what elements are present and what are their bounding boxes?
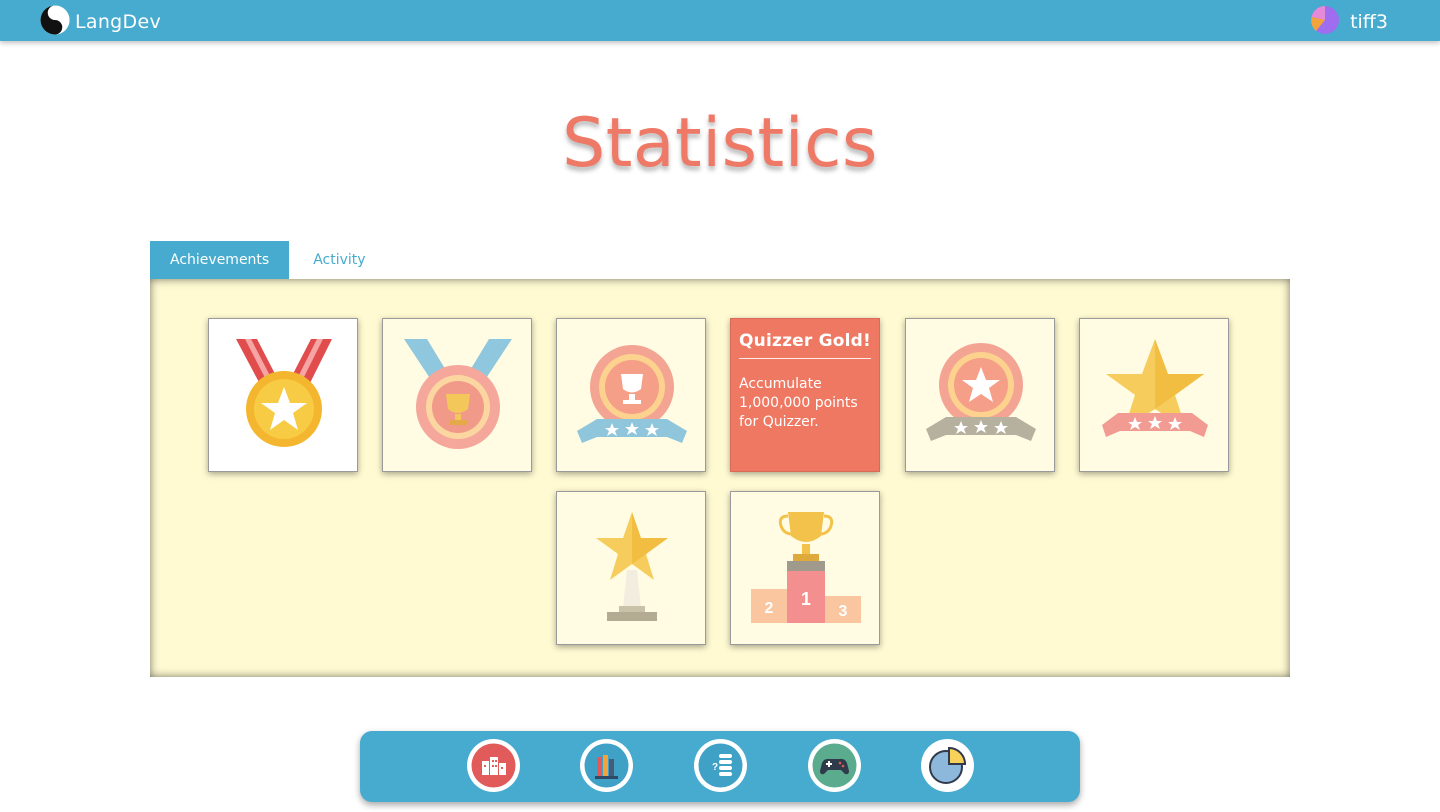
tab-activity[interactable]: Activity [289,241,389,279]
achievement-card[interactable] [382,318,532,472]
dock-quiz-button[interactable]: ? [694,739,747,792]
pie-chart-icon [925,743,970,788]
star-trophy-icon [596,512,668,621]
yin-yang-icon [40,5,70,39]
svg-text:3: 3 [839,603,848,620]
trophy-rosette-blue-banner-icon [577,345,687,443]
bottom-dock: ? [360,731,1080,802]
achievement-title: Quizzer Gold! [739,331,871,359]
star-rosette-gray-banner-icon [926,343,1036,441]
stats-tabs: Achievements Activity [150,241,390,279]
star-pink-banner-icon [1102,339,1208,437]
svg-text:1: 1 [801,589,811,609]
gamepad-icon [812,743,857,788]
quiz-list-icon: ? [698,743,743,788]
achievements-panel: Quizzer Gold! Accumulate 1,000,000 point… [150,279,1290,677]
achievement-card[interactable] [556,491,706,645]
tab-achievements[interactable]: Achievements [150,241,290,279]
achievement-card[interactable] [208,318,358,472]
brand-name: LangDev [75,11,161,33]
user-menu[interactable]: tiff3 [1310,5,1388,39]
dock-games-button[interactable] [808,739,861,792]
svg-text:?: ? [712,762,718,773]
achievement-card[interactable] [556,318,706,472]
achievement-card[interactable] [905,318,1055,472]
achievement-card[interactable]: 1 2 3 [730,491,880,645]
city-buildings-icon [471,743,516,788]
top-nav-bar: LangDev tiff3 [0,0,1440,41]
achievement-hover-card[interactable]: Quizzer Gold! Accumulate 1,000,000 point… [730,318,880,472]
dock-books-button[interactable] [580,739,633,792]
pie-avatar-icon [1310,5,1340,39]
brand-link[interactable]: LangDev [40,5,161,39]
blue-ribbon-trophy-medal-icon [404,339,512,449]
dock-statistics-button[interactable] [921,739,974,792]
page-title: Statistics [562,104,878,183]
username: tiff3 [1350,11,1388,33]
red-ribbon-gold-medal-icon [236,339,332,447]
achievement-card[interactable] [1079,318,1229,472]
svg-text:2: 2 [765,600,774,617]
podium-trophy-icon: 1 2 3 [751,512,861,623]
books-icon [584,743,629,788]
achievement-description: Accumulate 1,000,000 points for Quizzer. [739,376,858,430]
dock-city-button[interactable] [467,739,520,792]
